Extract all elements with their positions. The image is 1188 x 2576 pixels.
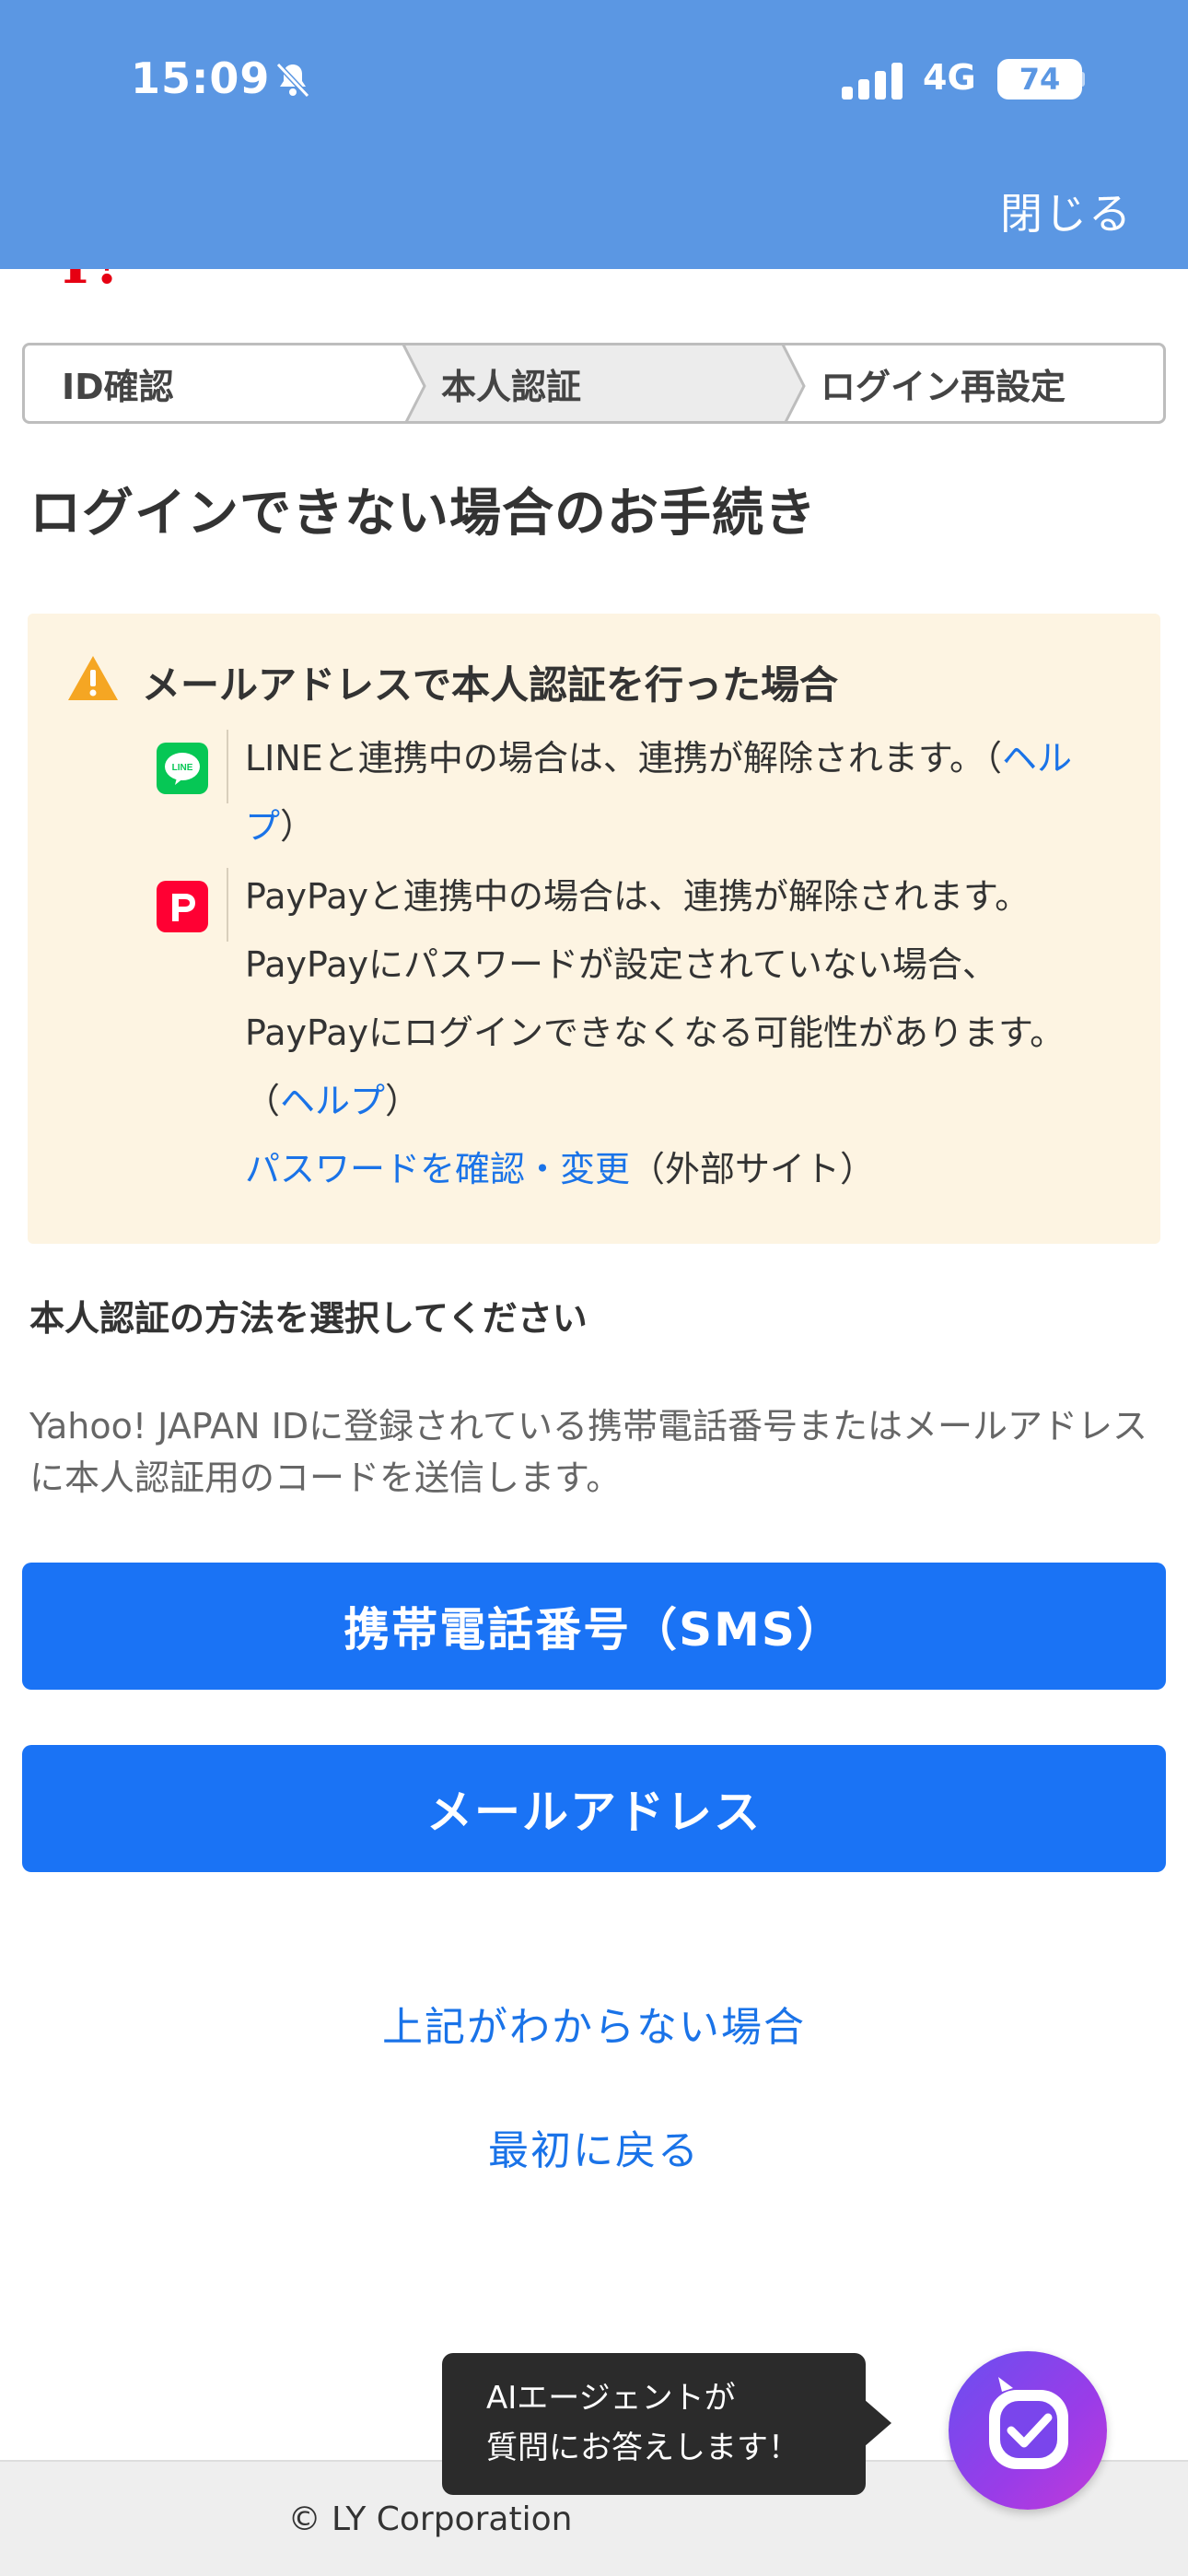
app-header: 15:09 4G 74 閉じる xyxy=(0,0,1188,269)
password-change-link[interactable]: パスワードを確認・変更 xyxy=(245,1149,630,1189)
paypay-warning-line2: PayPayにパスワードが設定されていない場合、 xyxy=(245,944,997,985)
line-warning-body: LINEと連携中の場合は、連携が解除されます。（ xyxy=(245,738,1003,779)
bell-muted-icon xyxy=(275,62,310,99)
paren-open: （ xyxy=(245,1081,281,1121)
line-icon: LINE xyxy=(157,743,208,794)
paypay-help-row: （ヘルプ） xyxy=(245,1067,1138,1135)
paypay-icon xyxy=(157,881,208,932)
signal-icon xyxy=(842,63,903,100)
password-row: パスワードを確認・変更（外部サイト） xyxy=(245,1135,1138,1203)
external-site-note: （外部サイト） xyxy=(630,1149,876,1189)
warning-title: メールアドレスで本人認証を行った場合 xyxy=(142,662,839,708)
paren-close: ） xyxy=(280,806,316,847)
unknown-help-link[interactable]: 上記がわからない場合 xyxy=(0,1994,1188,2053)
divider xyxy=(227,868,228,942)
paypay-help-link[interactable]: ヘルプ xyxy=(280,1081,385,1121)
divider xyxy=(227,730,228,803)
tooltip-line2: 質問にお答えします！ xyxy=(486,2430,799,2466)
back-to-start-link[interactable]: 最初に戻る xyxy=(0,2117,1188,2176)
yahoo-logo-fragment: Y! xyxy=(55,269,138,287)
step-label: ID確認 xyxy=(62,366,174,407)
step-id-confirm: ID確認 xyxy=(25,345,426,421)
battery-tip xyxy=(1079,72,1085,87)
paypay-warning-line3: PayPayにログインできなくなる可能性があります。 xyxy=(245,1013,1066,1053)
sms-button[interactable]: 携帯電話番号（SMS） xyxy=(22,1563,1166,1690)
ai-agent-tooltip: AIエージェントが 質問にお答えします！ xyxy=(442,2353,866,2495)
step-label: 本人認証 xyxy=(441,366,582,407)
close-button[interactable]: 閉じる xyxy=(1000,181,1133,241)
step-identity-auth: 本人認証 xyxy=(404,345,806,421)
email-button[interactable]: メールアドレス xyxy=(22,1745,1166,1872)
paren-close: ） xyxy=(385,1081,421,1121)
network-type: 4G xyxy=(923,57,976,98)
step-chevron-icon xyxy=(762,345,806,421)
step-chevron-icon xyxy=(382,345,426,421)
tooltip-arrow xyxy=(864,2399,891,2447)
method-description: Yahoo! JAPAN IDに登録されている携帯電話番号またはメールアドレスに… xyxy=(29,1406,1148,1498)
line-warning-text: LINEと連携中の場合は、連携が解除されます。（ヘルプ） xyxy=(245,724,1138,861)
battery-icon: 74 xyxy=(997,59,1082,100)
method-label: 本人認証の方法を選択してください xyxy=(29,1298,588,1339)
status-time: 15:09 xyxy=(131,53,271,103)
tooltip-line1: AIエージェントが xyxy=(486,2380,736,2417)
warning-icon xyxy=(68,656,118,700)
copyright-text: © LY Corporation xyxy=(287,2500,573,2538)
step-label: ログイン再設定 xyxy=(821,366,1066,407)
step-login-reset: ログイン再設定 xyxy=(784,345,1163,421)
page-title: ログインできない場合のお手続き xyxy=(29,484,817,544)
paypay-warning-text: PayPayと連携中の場合は、連携が解除されます。 PayPayにパスワードが設… xyxy=(245,862,1138,1203)
paypay-warning-line1: PayPayと連携中の場合は、連携が解除されます。 xyxy=(245,876,1031,917)
progress-steps: ID確認 本人認証 ログイン再設定 xyxy=(22,343,1166,424)
chat-check-icon xyxy=(989,2377,1068,2469)
warning-box: メールアドレスで本人認証を行った場合 LINE LINEと連携中の場合は、連携が… xyxy=(28,614,1160,1244)
svg-text:LINE: LINE xyxy=(172,763,193,773)
ai-agent-button[interactable] xyxy=(949,2351,1107,2510)
